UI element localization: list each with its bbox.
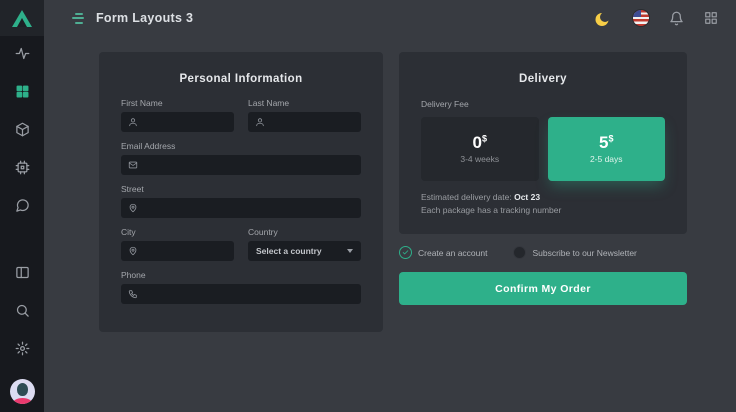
country-select[interactable]: Select a country xyxy=(248,241,361,261)
phone-label: Phone xyxy=(121,270,361,280)
moon-icon[interactable] xyxy=(597,9,615,27)
sidebar-nav xyxy=(0,36,44,412)
email-text-input[interactable] xyxy=(143,160,354,170)
create-account-checkbox[interactable] xyxy=(399,246,412,259)
us-flag-icon[interactable] xyxy=(632,9,650,27)
page-title: Form Layouts 3 xyxy=(96,11,193,25)
sidebar-item-search-icon[interactable] xyxy=(15,303,30,318)
grid-menu-icon[interactable] xyxy=(702,9,720,27)
sidebar-item-cpu-icon[interactable] xyxy=(15,160,30,175)
city-input[interactable] xyxy=(121,241,234,261)
first-name-input[interactable] xyxy=(121,112,234,132)
delivery-option-free[interactable]: 0$ 3-4 weeks xyxy=(421,117,539,181)
phone-icon xyxy=(128,289,138,299)
sidebar-item-layout-icon[interactable] xyxy=(15,265,30,280)
last-name-text-input[interactable] xyxy=(270,117,354,127)
last-name-label: Last Name xyxy=(248,98,361,108)
delivery-card: Delivery Delivery Fee 0$ 3-4 weeks 5$ 2-… xyxy=(399,52,687,234)
personal-information-form: First Name Last Name xyxy=(121,98,361,304)
delivery-option-price: 5$ xyxy=(599,134,613,151)
delivery-column: Delivery Delivery Fee 0$ 3-4 weeks 5$ 2-… xyxy=(399,52,687,305)
delivery-option-duration: 3-4 weeks xyxy=(460,154,499,164)
delivery-option-express[interactable]: 5$ 2-5 days xyxy=(548,117,666,181)
sidebar-item-cube-icon[interactable] xyxy=(15,122,30,137)
sidebar-item-gear-icon[interactable] xyxy=(15,341,30,356)
tracking-note: Each package has a tracking number xyxy=(421,205,665,215)
user-avatar[interactable] xyxy=(10,379,35,404)
email-input[interactable] xyxy=(121,155,361,175)
avatar-head xyxy=(17,383,28,396)
city-label: City xyxy=(121,227,234,237)
create-account-label[interactable]: Create an account xyxy=(418,248,487,258)
delivery-title: Delivery xyxy=(421,52,665,85)
app-logo[interactable] xyxy=(0,0,44,36)
street-text-input[interactable] xyxy=(143,203,354,213)
estimated-delivery-date: Oct 23 xyxy=(514,192,540,202)
delivery-options: 0$ 3-4 weeks 5$ 2-5 days xyxy=(421,117,665,181)
chevron-down-icon xyxy=(347,249,353,253)
phone-input[interactable] xyxy=(121,284,361,304)
bell-icon[interactable] xyxy=(667,9,685,27)
first-name-text-input[interactable] xyxy=(143,117,227,127)
delivery-option-price: 0$ xyxy=(473,134,487,151)
phone-field-group: Phone xyxy=(121,270,361,304)
email-field-group: Email Address xyxy=(121,141,361,175)
street-field-group: Street xyxy=(121,184,361,218)
header-actions xyxy=(597,9,720,27)
personal-information-title: Personal Information xyxy=(121,52,361,85)
sidebar-item-activity-icon[interactable] xyxy=(15,46,30,61)
country-field-group: Country Select a country xyxy=(248,227,361,261)
person-icon xyxy=(128,117,138,127)
pin-icon xyxy=(128,246,138,256)
app-window: Form Layouts 3 xyxy=(0,0,736,412)
country-label: Country xyxy=(248,227,361,237)
header-bar: Form Layouts 3 xyxy=(44,0,736,36)
delivery-option-duration: 2-5 days xyxy=(590,154,623,164)
sidebar-item-chat-icon[interactable] xyxy=(15,198,30,213)
phone-text-input[interactable] xyxy=(143,289,354,299)
checkbox-row: Create an account Subscribe to our Newsl… xyxy=(399,246,687,259)
envelope-icon xyxy=(128,160,138,170)
last-name-input[interactable] xyxy=(248,112,361,132)
email-label: Email Address xyxy=(121,141,361,151)
delivery-fee-label: Delivery Fee xyxy=(421,99,665,109)
first-name-label: First Name xyxy=(121,98,234,108)
newsletter-checkbox[interactable] xyxy=(513,246,526,259)
confirm-order-button[interactable]: Confirm My Order xyxy=(399,272,687,305)
person-icon xyxy=(255,117,265,127)
check-icon xyxy=(402,249,409,256)
city-field-group: City xyxy=(121,227,234,261)
sidebar-item-apps-grid-icon[interactable] xyxy=(15,84,30,99)
first-name-field-group: First Name xyxy=(121,98,234,132)
menu-icon[interactable] xyxy=(72,13,84,24)
estimated-delivery-text: Estimated delivery date: Oct 23 xyxy=(421,192,665,202)
pin-icon xyxy=(128,203,138,213)
main-content: Personal Information First Name Last Nam… xyxy=(44,36,736,412)
street-label: Street xyxy=(121,184,361,194)
city-text-input[interactable] xyxy=(143,246,227,256)
last-name-field-group: Last Name xyxy=(248,98,361,132)
newsletter-label[interactable]: Subscribe to our Newsletter xyxy=(532,248,636,258)
personal-information-card: Personal Information First Name Last Nam… xyxy=(99,52,383,332)
country-select-value: Select a country xyxy=(256,246,322,256)
avatar-shirt xyxy=(13,398,32,404)
triangle-logo-icon xyxy=(12,10,32,27)
street-input[interactable] xyxy=(121,198,361,218)
